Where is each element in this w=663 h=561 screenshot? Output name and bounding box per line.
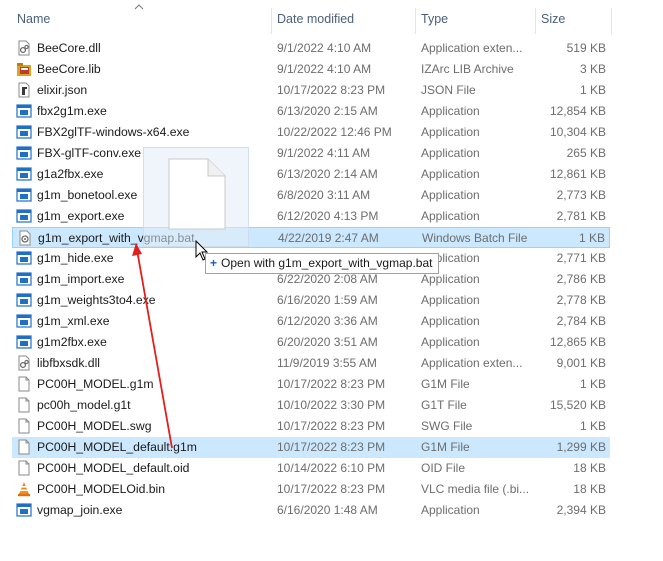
drag-arrow-annotation	[132, 243, 173, 449]
drag-arrow-line	[136, 249, 173, 449]
drag-arrow-head	[132, 243, 142, 256]
